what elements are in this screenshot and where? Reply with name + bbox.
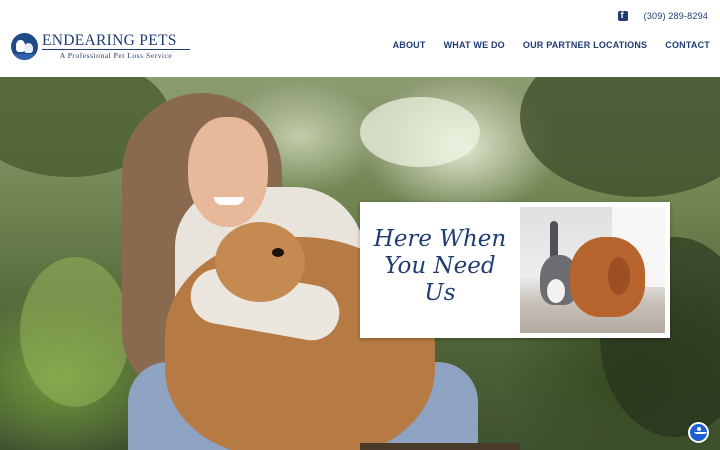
nav-partner-locations[interactable]: OUR PARTNER LOCATIONS <box>523 40 647 50</box>
brand-divider <box>42 49 190 50</box>
nav-about[interactable]: ABOUT <box>393 40 426 50</box>
cat-and-dog-photo <box>520 207 665 333</box>
nav-contact[interactable]: CONTACT <box>665 40 710 50</box>
site-logo[interactable]: ENDEARING PETS A Professional Pet Loss S… <box>11 33 190 60</box>
header-contact-bar: (309) 289-8294 <box>617 10 708 21</box>
accessibility-icon[interactable] <box>688 422 709 443</box>
brand-title: ENDEARING PETS <box>42 32 177 49</box>
main-nav: ABOUT WHAT WE DO OUR PARTNER LOCATIONS C… <box>393 40 710 50</box>
phone-link[interactable]: (309) 289-8294 <box>644 11 708 21</box>
nav-what-we-do[interactable]: WHAT WE DO <box>444 40 505 50</box>
site-header: (309) 289-8294 ENDEARING PETS A Professi… <box>0 0 720 77</box>
facebook-icon[interactable] <box>617 10 628 21</box>
pets-silhouette-icon <box>11 33 38 60</box>
hero-tagline: Here When You Need Us <box>373 226 507 306</box>
brand-subtitle: A Professional Pet Loss Service <box>59 51 173 60</box>
hero-callout-card: Here When You Need Us <box>360 202 670 338</box>
